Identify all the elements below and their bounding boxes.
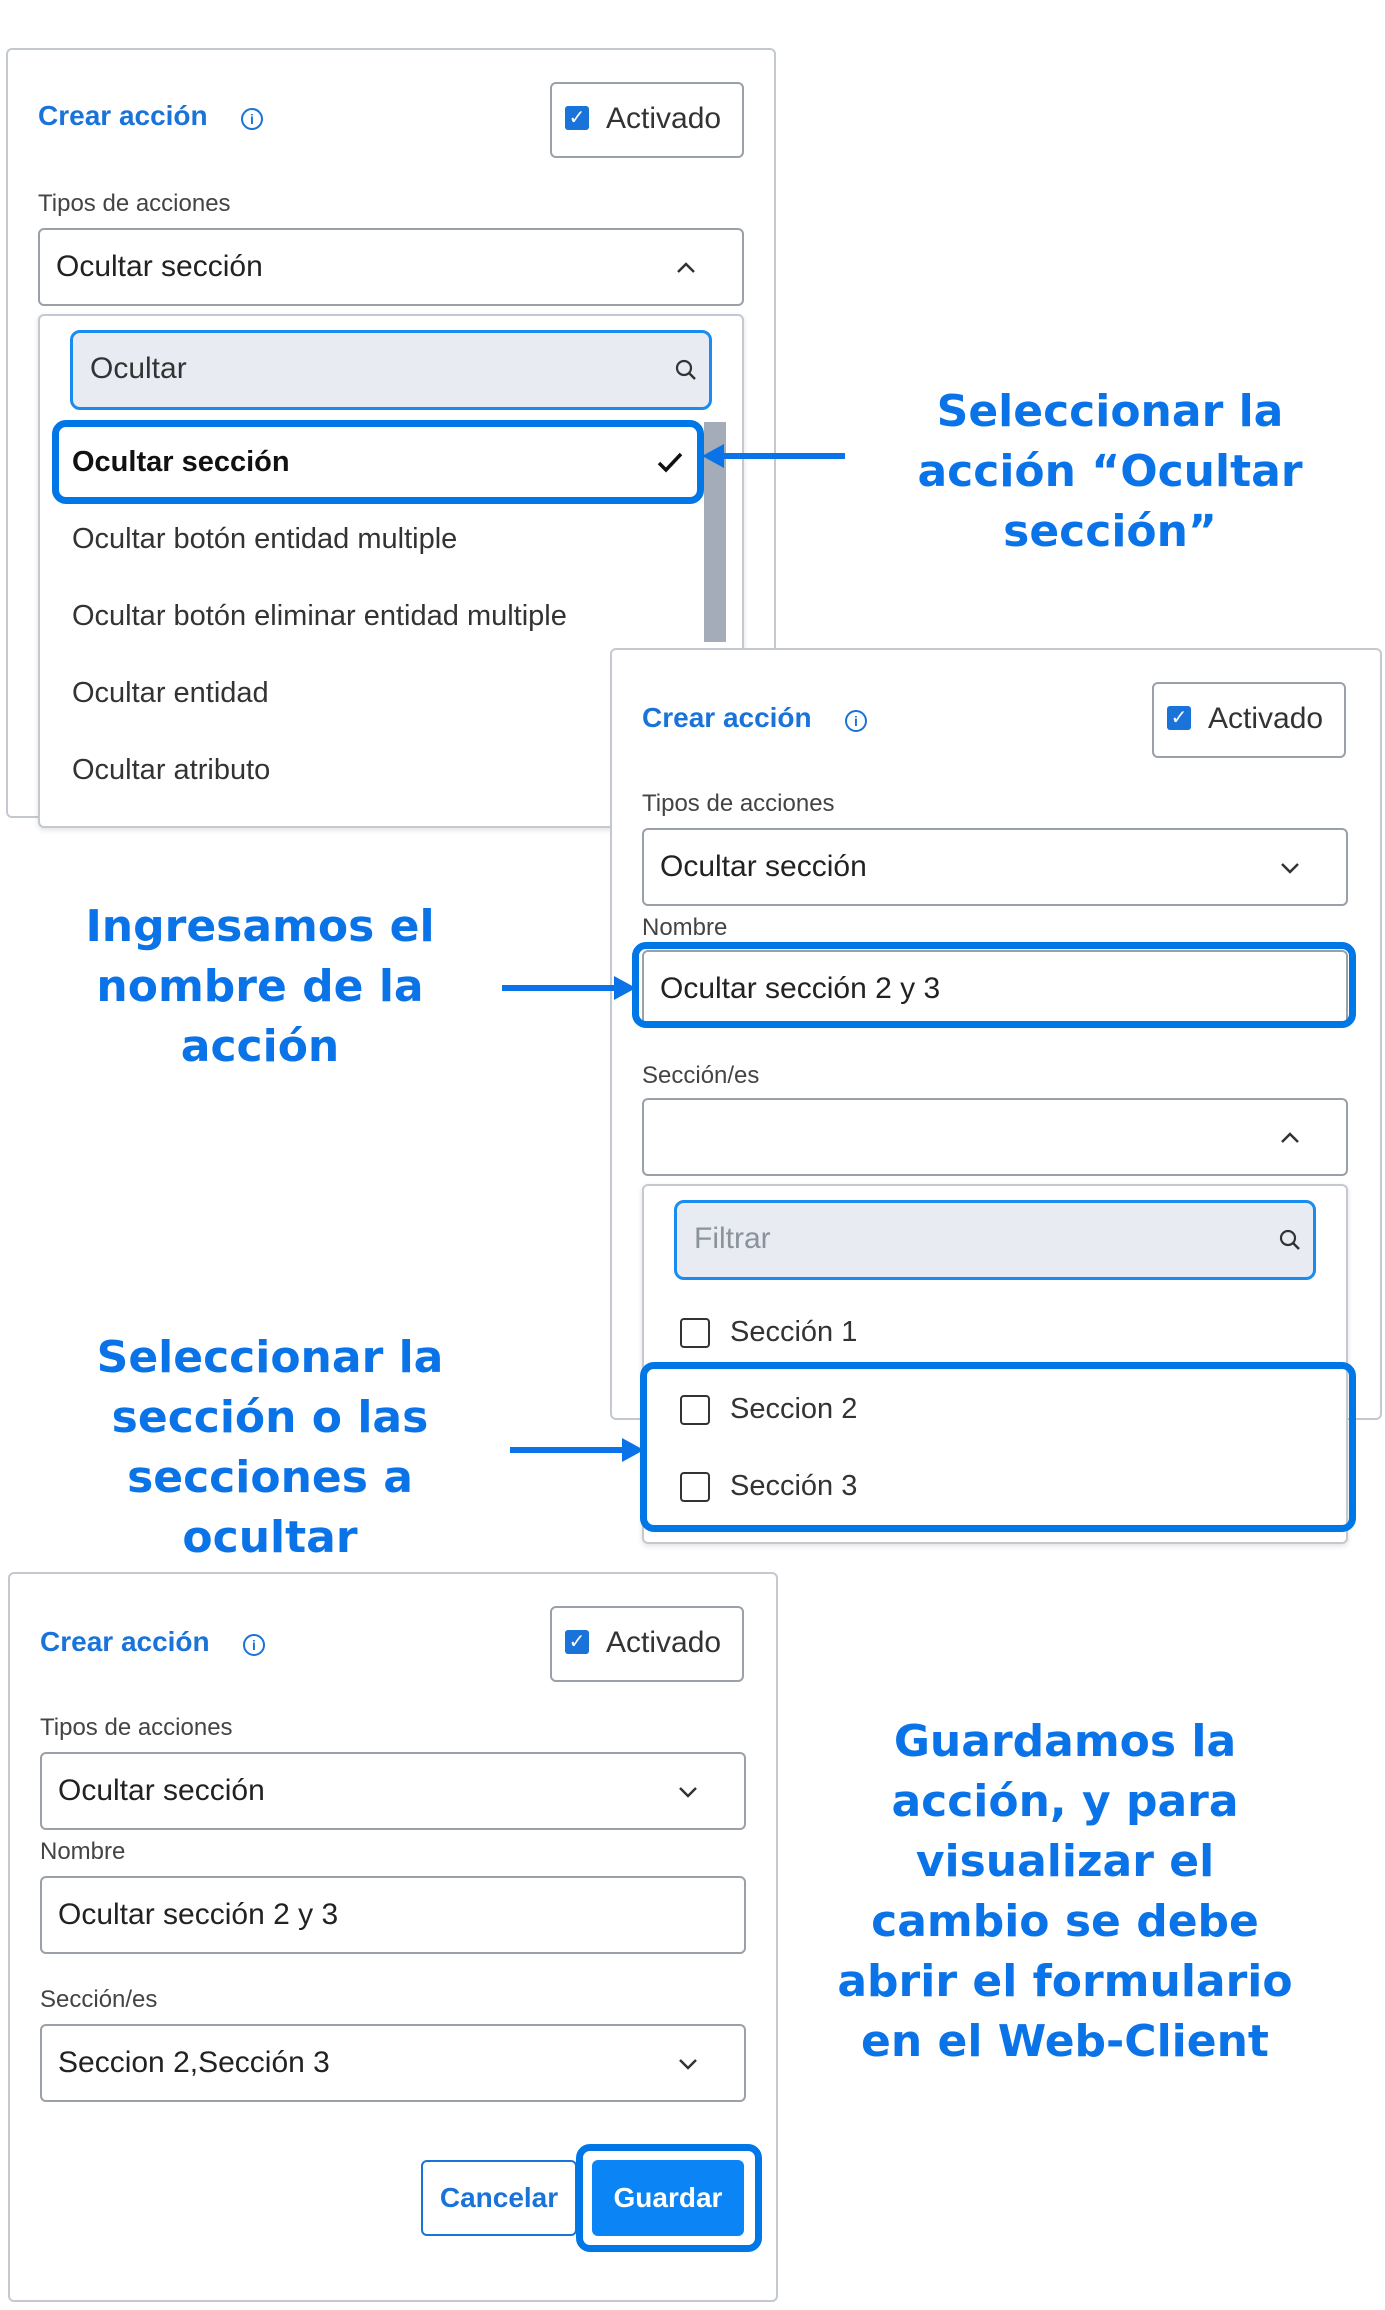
- highlight-sections-2-3: [640, 1362, 1356, 1532]
- activated-label: Activado: [606, 1626, 722, 1659]
- chevron-up-icon[interactable]: [668, 250, 704, 286]
- annotation-enter-name: Ingresamos el nombre de la acción: [85, 901, 435, 1072]
- option-ocultar-entidad[interactable]: Ocultar entidad: [72, 677, 269, 710]
- panel-title: Crear acción: [642, 702, 812, 733]
- action-types-label: Tipos de acciones: [38, 190, 231, 217]
- chevron-down-icon[interactable]: [670, 1774, 706, 1810]
- filter-placeholder: Filtrar: [694, 1222, 771, 1255]
- action-types-label: Tipos de acciones: [40, 1714, 233, 1741]
- info-icon[interactable]: i: [241, 108, 263, 130]
- option-ocultar-atributo[interactable]: Ocultar atributo: [72, 754, 270, 787]
- arrow-left-icon: [702, 444, 845, 468]
- sections-label: Sección/es: [40, 1986, 158, 2013]
- highlight-save-button: [576, 2144, 762, 2252]
- option-ocultar-boton-entidad-multiple[interactable]: Ocultar botón entidad multiple: [72, 523, 457, 556]
- highlight-selected-option: [52, 420, 704, 504]
- cancel-button[interactable]: Cancelar: [421, 2160, 577, 2236]
- checkbox-checked-icon[interactable]: ✓: [1167, 706, 1191, 730]
- action-type-value: Ocultar sección: [58, 1774, 265, 1807]
- name-value: Ocultar sección 2 y 3: [58, 1898, 339, 1931]
- chevron-down-icon[interactable]: [1272, 850, 1308, 886]
- panel-title: Crear acción: [38, 100, 208, 131]
- highlight-name-input: [632, 942, 1356, 1028]
- checkbox-checked-icon[interactable]: ✓: [565, 1630, 589, 1654]
- arrow-right-icon: [510, 1438, 644, 1462]
- annotation-select-sections: Seleccionar la sección o las secciones a…: [96, 1332, 444, 1563]
- chevron-up-icon[interactable]: [1272, 1120, 1308, 1156]
- checkbox-icon[interactable]: [680, 1318, 710, 1348]
- action-types-label: Tipos de acciones: [642, 790, 835, 817]
- search-icon[interactable]: [672, 356, 700, 384]
- action-type-value: Ocultar sección: [660, 850, 867, 883]
- annotation-select-action: Seleccionar la acción “Ocultar sección”: [917, 386, 1303, 557]
- action-search-value: Ocultar: [90, 352, 187, 385]
- panel-title: Crear acción: [40, 1626, 210, 1657]
- annotation-save-note: Guardamos la acción, y para visualizar e…: [837, 1716, 1293, 2067]
- activated-label: Activado: [1208, 702, 1324, 735]
- sections-label: Sección/es: [642, 1062, 760, 1089]
- section-option-1[interactable]: Sección 1: [730, 1316, 857, 1349]
- name-label: Nombre: [642, 914, 728, 941]
- sections-value: Seccion 2,Sección 3: [58, 2046, 330, 2079]
- checkbox-checked-icon[interactable]: ✓: [565, 106, 589, 130]
- search-icon[interactable]: [1276, 1226, 1304, 1254]
- info-icon[interactable]: i: [243, 1634, 265, 1656]
- action-type-value: Ocultar sección: [56, 250, 263, 283]
- info-icon[interactable]: i: [845, 710, 867, 732]
- activated-label: Activado: [606, 102, 722, 135]
- chevron-down-icon[interactable]: [670, 2046, 706, 2082]
- arrow-right-icon: [502, 976, 636, 1000]
- sections-select[interactable]: [642, 1098, 1348, 1176]
- name-label: Nombre: [40, 1838, 126, 1865]
- option-ocultar-boton-eliminar-entidad-multiple[interactable]: Ocultar botón eliminar entidad multiple: [72, 600, 567, 633]
